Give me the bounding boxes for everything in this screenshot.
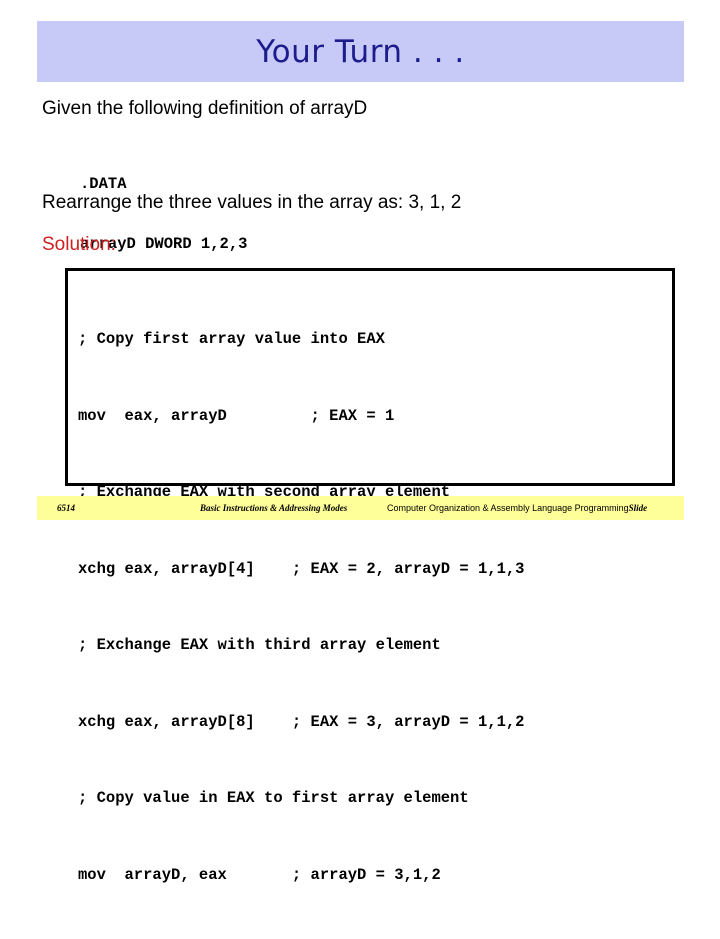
code-line: ; Copy value in EAX to first array eleme… xyxy=(78,789,469,807)
footer-course-name: Computer Organization & Assembly Languag… xyxy=(387,503,629,513)
code-line: xchg eax, arrayD[8] ; EAX = 3, arrayD = … xyxy=(78,712,525,731)
title-banner: Your Turn . . . xyxy=(37,21,684,82)
solution-label: Solution: xyxy=(42,234,116,255)
definition-line: .DATA xyxy=(80,175,127,193)
footer-chapter-title: Basic Instructions & Addressing Modes xyxy=(200,503,348,513)
code-line: ; Copy first array value into EAX xyxy=(78,330,385,348)
slide-canvas: Your Turn . . . Given the following defi… xyxy=(0,0,720,884)
code-line: mov eax, arrayD ; EAX = 1 xyxy=(78,406,395,425)
footer-bar: 6514 Basic Instructions & Addressing Mod… xyxy=(37,496,684,520)
footer-course-title: Computer Organization & Assembly Languag… xyxy=(387,503,647,513)
footer-slide-number: 6514 xyxy=(57,503,75,513)
code-line: xchg eax, arrayD[4] ; EAX = 2, arrayD = … xyxy=(78,559,525,578)
solution-code-box: ; Copy first array value into EAX mov ea… xyxy=(65,268,675,884)
code-line: mov arrayD, eax ; arrayD = 3,1,2 xyxy=(78,865,441,884)
task-text: Rearrange the three values in the array … xyxy=(42,192,462,213)
code-line: ; Exchange EAX with third array element xyxy=(78,636,441,654)
slide-body: Given the following definition of arrayD… xyxy=(0,82,720,884)
page-title: Your Turn . . . xyxy=(256,33,465,70)
intro-text: Given the following definition of arrayD xyxy=(42,98,368,119)
code-listing: ; Copy first array value into EAX mov ea… xyxy=(78,276,672,939)
footer-slide-word: Slide xyxy=(628,503,648,513)
